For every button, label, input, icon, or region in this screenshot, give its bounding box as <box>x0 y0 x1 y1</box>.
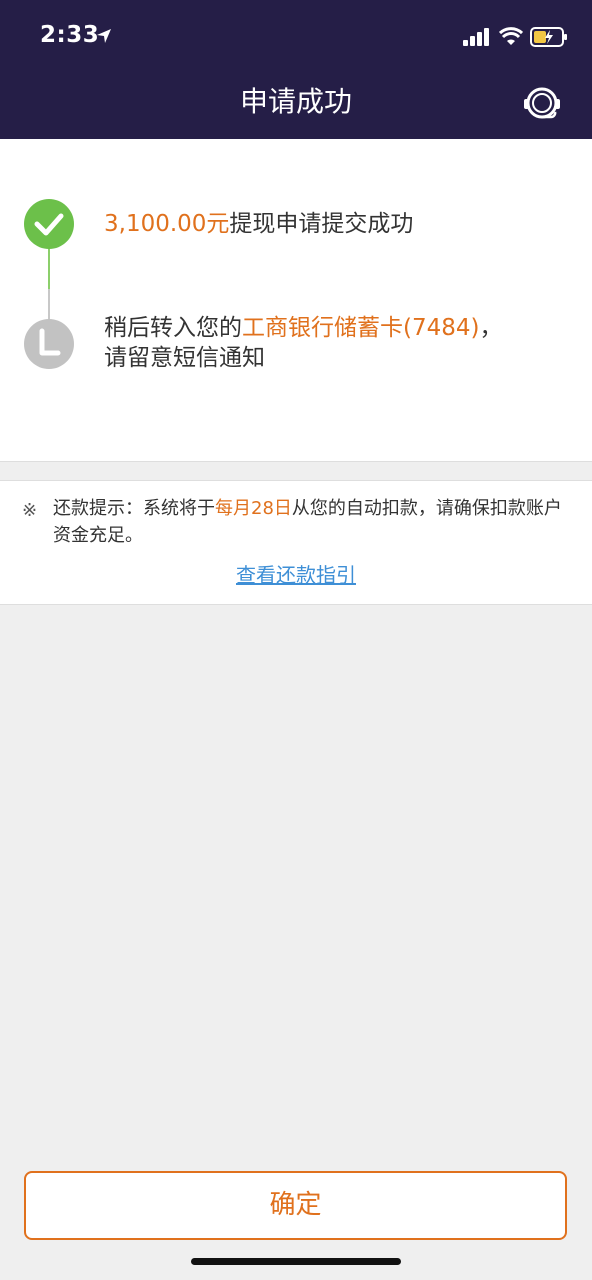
step-pending-prefix: 稍后转入您的 <box>104 315 242 341</box>
step-pending: 稍后转入您的工商银行储蓄卡(7484)， 请留意短信通知 <box>104 313 564 373</box>
battery-charging-icon <box>530 27 567 47</box>
clock-icon <box>24 319 74 369</box>
step-pending-note: 请留意短信通知 <box>104 345 265 371</box>
confirm-button[interactable]: 确定 <box>24 1171 567 1240</box>
bank-card: 工商银行储蓄卡(7484) <box>242 315 480 341</box>
step-submitted-label: 提现申请提交成功 <box>229 211 414 237</box>
repayment-guide-link[interactable]: 查看还款指引 <box>0 561 592 589</box>
notice-text-1: 系统将于 <box>143 498 215 519</box>
page-title: 申请成功 <box>239 85 352 118</box>
location-arrow-icon <box>97 29 111 43</box>
withdraw-amount: 3,100.00元 <box>104 211 230 237</box>
notice-mark: ※ <box>22 500 38 521</box>
step-submitted: 3,100.00元提现申请提交成功 <box>104 207 413 241</box>
step-pending-suffix: ， <box>479 315 503 341</box>
status-time: 2:33 <box>40 22 100 48</box>
repayment-notice: ※ 还款提示：系统将于每月28日从您的自动扣款，请确保扣款账户资金充足。 查看还… <box>0 480 592 605</box>
check-circle-icon <box>24 199 74 249</box>
home-indicator[interactable] <box>191 1258 401 1265</box>
repayment-date: 每月28日 <box>215 498 292 519</box>
notice-label: 还款提示： <box>53 498 143 519</box>
notice-text: 还款提示：系统将于每月28日从您的自动扣款，请确保扣款账户资金充足。 <box>53 495 563 549</box>
progress-steps: 3,100.00元提现申请提交成功 稍后转入您的工商银行储蓄卡(7484)， 请… <box>0 139 592 462</box>
wifi-icon <box>499 27 523 45</box>
cellular-signal-icon <box>463 28 489 46</box>
header: 2:33 申请成功 <box>0 0 592 139</box>
customer-service-icon[interactable] <box>521 84 563 124</box>
